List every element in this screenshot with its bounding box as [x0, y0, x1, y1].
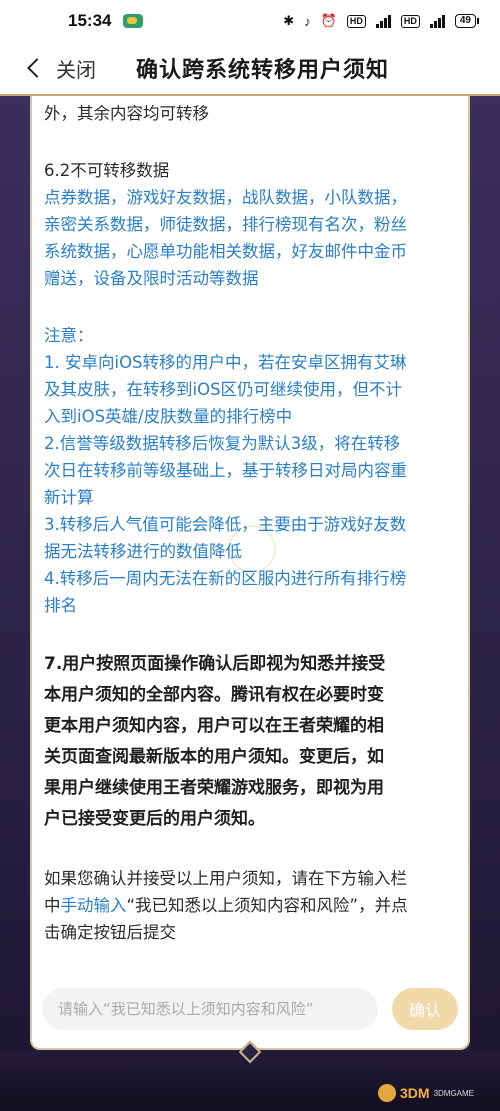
signal-icon-2 — [429, 14, 445, 28]
title-bar: 关闭 确认跨系统转移用户须知 — [0, 42, 500, 94]
clause-7-line: 本用户须知的全部内容。腾讯有权在必要时变 — [44, 685, 384, 705]
notice-content: 外，其余内容均可转移 6.2不可转移数据 点券数据，游戏好友数据，战队数据，小队… — [44, 100, 460, 946]
non-transferable-line: 亲密关系数据，师徒数据，排行榜现有名次，粉丝 — [44, 215, 407, 234]
status-time: 15:34 — [68, 11, 112, 30]
note-line: 4.转移后一周内无法在新的区服内进行所有排行榜 — [44, 569, 407, 588]
backdrop-right — [470, 96, 500, 1111]
watermark-icon — [378, 1084, 396, 1102]
watermark-sub: 3DMGAME — [433, 1088, 475, 1098]
non-transferable-line: 系统数据，心愿单功能相关数据，好友邮件中金币 — [44, 242, 407, 261]
close-button[interactable]: 关闭 — [0, 42, 96, 94]
manual-input-link[interactable]: 手动输入 — [61, 896, 127, 915]
clause-7-line: 果用户继续使用王者荣耀游戏服务，即视为用 — [44, 778, 384, 798]
instruction-line: 击确定按钮后提交 — [44, 923, 176, 942]
confirm-button[interactable]: 确认 — [392, 988, 458, 1030]
status-right: ✱ ♪ ⏰ HD HD 49 — [283, 13, 480, 29]
alarm-icon: ⏰ — [320, 13, 337, 28]
hd-badge-2: HD — [400, 14, 420, 28]
note-line: 2.信誉等级数据转移后恢复为默认3级，将在转移 — [44, 434, 401, 453]
battery-icon: 49 — [454, 14, 480, 28]
page-title: 确认跨系统转移用户须知 — [136, 58, 390, 83]
clause-7-line: 7.用户按照页面操作确认后即视为知悉并接受 — [44, 654, 386, 674]
bluetooth-icon: ✱ — [283, 13, 295, 28]
note-line: 据无法转移进行的数值降低 — [44, 542, 242, 561]
note-line: 次日在转移前等级基础上，基于转移日对局内容重 — [44, 461, 407, 480]
instruction-suffix: “我已知悉以上须知内容和风险”，并点 — [126, 896, 408, 915]
note-line: 新计算 — [44, 488, 94, 507]
status-left: 15:34 — [68, 11, 144, 31]
instruction-prefix: 中 — [44, 896, 61, 915]
clause-7-line: 更本用户须知内容，用户可以在王者荣耀的相 — [44, 716, 384, 736]
instruction-line: 中手动输入“我已知悉以上须知内容和风险”，并点 — [44, 892, 460, 919]
mute-icon: ♪ — [304, 13, 311, 29]
app-notification-icon — [123, 14, 144, 28]
note-line: 入到iOS英雄/皮肤数量的排行榜中 — [44, 407, 293, 426]
close-label: 关闭 — [56, 57, 96, 82]
watermark-logo: 3DM 3DMGAME — [378, 1080, 488, 1106]
agreement-input[interactable] — [42, 988, 378, 1030]
instruction-line: 如果您确认并接受以上用户须知，请在下方输入栏 — [44, 869, 407, 888]
notice-heading: 注意： — [44, 326, 94, 345]
signal-icon — [375, 14, 391, 28]
clause-7-line: 关页面查阅最新版本的用户须知。变更后，如 — [44, 747, 384, 767]
hd-badge: HD — [346, 14, 366, 28]
confirm-form: 确认 — [42, 988, 460, 1030]
non-transferable-line: 点券数据，游戏好友数据，战队数据，小队数据， — [44, 188, 407, 207]
section-heading: 6.2不可转移数据 — [44, 161, 170, 180]
non-transferable-line: 赠送，设备及限时活动等数据 — [44, 269, 259, 288]
note-line: 排名 — [44, 596, 77, 615]
note-line: 1. 安卓向iOS转移的用户中，若在安卓区拥有艾琳 — [44, 353, 407, 372]
watermark-text: 3DM — [400, 1085, 430, 1101]
status-bar: 15:34 ✱ ♪ ⏰ HD HD 49 — [0, 0, 500, 42]
top-line: 外，其余内容均可转移 — [44, 104, 209, 123]
note-line: 及其皮肤，在转移到iOS区仍可继续使用，但不计 — [44, 380, 403, 399]
backdrop-left — [0, 96, 30, 1111]
note-line: 3.转移后人气值可能会降低，主要由于游戏好友数 — [44, 515, 407, 534]
chevron-left-icon — [27, 58, 47, 78]
clause-7-line: 户已接受变更后的用户须知。 — [44, 809, 265, 829]
